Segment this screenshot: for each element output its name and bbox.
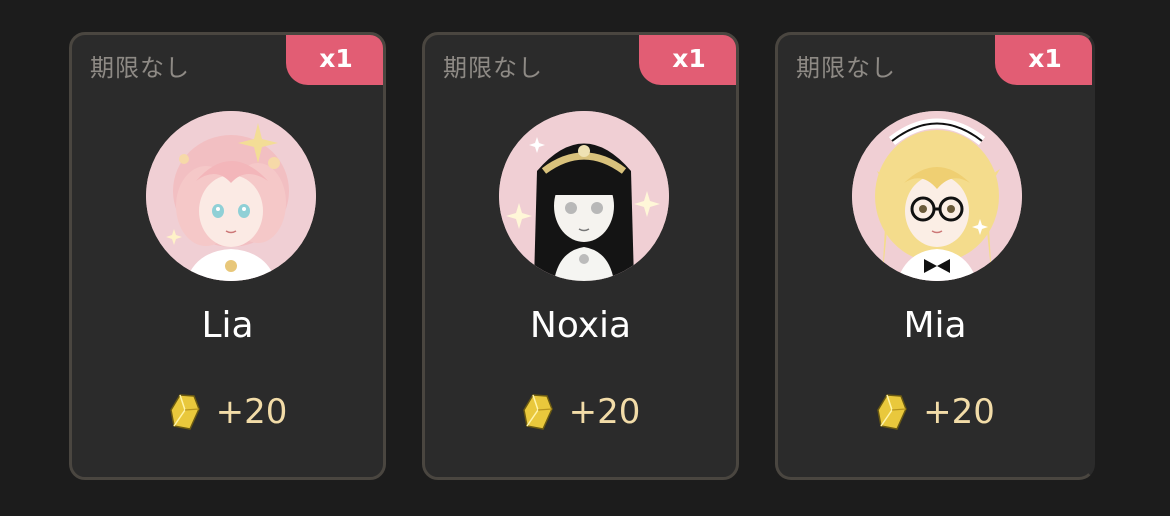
reward: +20 xyxy=(425,392,736,432)
crystal-icon xyxy=(169,394,200,430)
avatar-lia xyxy=(146,111,316,281)
reward-amount: +20 xyxy=(568,392,641,432)
character-name: Lia xyxy=(201,305,254,346)
expiry-label: 期限なし xyxy=(443,54,543,82)
crystal-icon xyxy=(877,394,907,430)
quantity-badge: x1 xyxy=(286,35,383,85)
character-name: Mia xyxy=(903,305,967,346)
reward-amount: +20 xyxy=(923,392,995,432)
character-card-noxia[interactable]: 期限なし x1 Noxia +20 xyxy=(422,32,739,480)
character-name: Noxia xyxy=(529,305,632,346)
expiry-label: 期限なし xyxy=(90,54,190,82)
expiry-label: 期限なし xyxy=(796,54,896,82)
reward: +20 xyxy=(72,392,383,432)
character-card-list: 期限なし x1 Lia +20 期限なし x1 Noxia +20 期限なし x… xyxy=(69,32,1095,480)
quantity-badge: x1 xyxy=(639,35,736,85)
character-card-mia[interactable]: 期限なし x1 Mia +20 xyxy=(775,32,1095,480)
crystal-icon xyxy=(522,394,553,430)
character-card-lia[interactable]: 期限なし x1 Lia +20 xyxy=(69,32,386,480)
reward: +20 xyxy=(778,392,1092,432)
reward-amount: +20 xyxy=(215,392,288,432)
quantity-badge: x1 xyxy=(995,35,1092,85)
avatar-noxia xyxy=(499,111,669,281)
avatar-mia xyxy=(852,111,1022,281)
